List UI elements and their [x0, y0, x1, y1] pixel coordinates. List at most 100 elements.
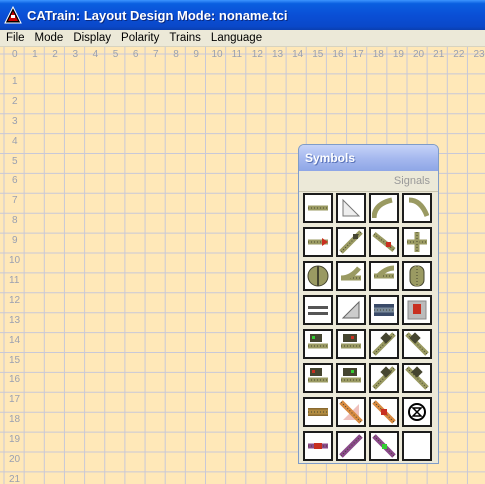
diagonal-wedge-button[interactable]: [336, 295, 366, 325]
block-signal-left-alt-button[interactable]: [303, 363, 333, 393]
column-number: 4: [92, 49, 99, 60]
block-signal-left-icon: [308, 334, 328, 349]
menu-display[interactable]: Display: [69, 32, 115, 44]
column-number: 6: [132, 49, 139, 60]
curve-track-right-icon: [408, 197, 429, 217]
title-bar[interactable]: CATrain: Layout Design Mode: noname.tci: [0, 0, 485, 30]
turntable-button[interactable]: [303, 261, 333, 291]
straight-track-icon: [308, 205, 328, 211]
empty-slot-button[interactable]: [402, 431, 432, 461]
column-number: 23: [473, 49, 485, 60]
purple-diagonal-button[interactable]: [336, 431, 366, 461]
symbols-palette[interactable]: Symbols Signals: [298, 144, 439, 464]
block-signal-left-button[interactable]: [303, 329, 333, 359]
column-number: 13: [271, 49, 284, 60]
block-signal-right-button[interactable]: [336, 329, 366, 359]
signal-diagonal-right-button[interactable]: [402, 329, 432, 359]
diagonal-wedge-icon: [341, 300, 360, 319]
corner-track-icon: [342, 198, 361, 217]
column-number: 22: [453, 49, 465, 60]
purple-straight-button[interactable]: [303, 431, 333, 461]
app-logo-icon: [4, 6, 22, 24]
straight-track-button[interactable]: [303, 193, 333, 223]
purple-straight-icon: [308, 443, 328, 449]
window-title: CATrain: Layout Design Mode: noname.tci: [27, 7, 288, 23]
double-track-button[interactable]: [303, 295, 333, 325]
hourglass-icon: [408, 403, 426, 421]
signal-diagonal-alt-icon: [372, 366, 396, 390]
signals-tab[interactable]: Signals: [299, 171, 438, 192]
curved-crossing-icon: [409, 265, 425, 287]
track-sign-button[interactable]: [402, 295, 432, 325]
block-signal-right-alt-button[interactable]: [336, 363, 366, 393]
curved-crossing-button[interactable]: [402, 261, 432, 291]
row-number: 14: [9, 334, 21, 346]
menu-file[interactable]: File: [2, 32, 29, 44]
menu-mode[interactable]: Mode: [31, 32, 68, 44]
row-number: 11: [9, 274, 20, 286]
turnout-left-icon: [372, 232, 396, 252]
curve-track-right-button[interactable]: [402, 193, 432, 223]
row-number: 12: [9, 294, 21, 306]
turnout-diagonal-button[interactable]: [336, 227, 366, 257]
turnout-diagonal-icon: [339, 230, 363, 254]
double-crossing-icon: [374, 304, 394, 316]
turnout-block-button[interactable]: [336, 261, 366, 291]
row-number: 18: [9, 414, 21, 426]
column-number: 7: [153, 49, 159, 60]
menu-language[interactable]: Language: [207, 32, 266, 44]
straight-block-arrow-button[interactable]: [303, 227, 333, 257]
corner-track-button[interactable]: [336, 193, 366, 223]
turnout-block-right-button[interactable]: [369, 261, 399, 291]
column-number: 11: [231, 49, 243, 60]
signal-diagonal-left-button[interactable]: [369, 329, 399, 359]
signal-diagonal-alt-button[interactable]: [369, 363, 399, 393]
hourglass-button[interactable]: [402, 397, 432, 427]
diagonal-red-icon: [339, 400, 363, 424]
diagonal-orange-button[interactable]: [369, 397, 399, 427]
row-number: 1: [12, 75, 18, 87]
brown-straight-button[interactable]: [303, 397, 333, 427]
row-number: 20: [9, 454, 21, 465]
column-number: 20: [413, 49, 425, 60]
column-number: 18: [372, 49, 384, 60]
row-number: 5: [12, 155, 18, 167]
block-signal-right-alt-icon: [341, 368, 361, 383]
brown-straight-icon: [308, 408, 328, 416]
double-crossing-button[interactable]: [369, 295, 399, 325]
palette-title[interactable]: Symbols: [299, 145, 438, 171]
signal-diagonal-alt-right-button[interactable]: [402, 363, 432, 393]
symbol-grid: [303, 193, 434, 461]
block-signal-right-icon: [341, 334, 361, 349]
curve-track-left-button[interactable]: [369, 193, 399, 223]
purple-diagonal-icon: [339, 434, 363, 458]
row-number: 16: [9, 374, 21, 386]
column-number: 9: [193, 49, 199, 60]
straight-block-arrow-icon: [308, 238, 328, 246]
row-number: 2: [12, 95, 18, 107]
block-signal-left-alt-icon: [308, 368, 328, 383]
diagonal-red-button[interactable]: [336, 397, 366, 427]
track-sign-icon: [407, 300, 427, 320]
menu-trains[interactable]: Trains: [165, 32, 205, 44]
turnout-left-button[interactable]: [369, 227, 399, 257]
column-number: 3: [72, 49, 78, 60]
diagonal-orange-icon: [372, 400, 396, 424]
signal-diagonal-right-icon: [405, 332, 429, 356]
turnout-block-icon: [340, 266, 361, 281]
crossing-button[interactable]: [402, 227, 432, 257]
column-number: 8: [173, 49, 179, 60]
double-track-icon: [308, 306, 328, 315]
empty-slot-icon: [405, 434, 429, 458]
column-number: 5: [112, 49, 119, 60]
signal-diagonal-left-icon: [372, 332, 396, 356]
signal-diagonal-alt-right-icon: [405, 366, 429, 390]
row-number: 4: [12, 135, 18, 147]
column-number: 10: [211, 49, 223, 60]
column-number: 2: [52, 49, 58, 60]
menu-polarity[interactable]: Polarity: [117, 32, 163, 44]
purple-turnout-button[interactable]: [369, 431, 399, 461]
row-number: 10: [9, 255, 21, 266]
row-number: 19: [9, 434, 21, 446]
crossing-icon: [407, 232, 427, 252]
